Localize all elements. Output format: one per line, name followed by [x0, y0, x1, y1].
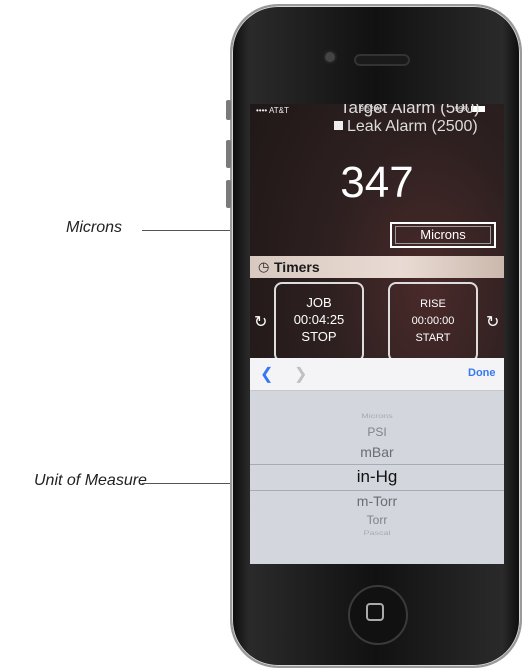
rise-timer[interactable]: RISE 00:00:00 START [388, 282, 478, 362]
unit-picker[interactable]: Microns PSI mBar in-Hg m-Torr Torr Pasca… [250, 391, 504, 564]
job-timer[interactable]: JOB 00:04:25 STOP [274, 282, 364, 362]
picker-toolbar: ❮ ❯ Done [250, 358, 504, 391]
picker-option[interactable]: Microns [250, 413, 504, 420]
picker-option[interactable]: Pascal [250, 530, 504, 537]
earpiece-speaker [356, 56, 408, 64]
leak-alarm-checkbox[interactable] [334, 121, 343, 130]
app-screen: •••• AT&T 9:52 AM 99% Target Alarm (500)… [250, 104, 504, 564]
job-timer-action: STOP [301, 329, 337, 344]
chevron-left-icon[interactable]: ❮ [260, 364, 273, 384]
reset-icon[interactable]: ↻ [254, 312, 267, 332]
picker-option[interactable]: mBar [250, 444, 504, 460]
picker-option[interactable]: m-Torr [250, 493, 504, 509]
timers-title: Timers [274, 259, 320, 275]
picker-option-selected[interactable]: in-Hg [250, 467, 504, 487]
picker-selection-top [250, 464, 504, 465]
callout-microns-label: Microns [66, 219, 123, 236]
job-timer-time: 00:04:25 [293, 312, 345, 327]
rise-timer-action: START [415, 332, 451, 344]
unit-button[interactable]: Microns [390, 222, 496, 248]
reset-icon[interactable]: ↻ [486, 312, 499, 332]
picker-option[interactable]: PSI [250, 425, 504, 439]
picker-selection-bottom [250, 490, 504, 491]
chevron-right-icon[interactable]: ❯ [294, 364, 307, 384]
leak-alarm-label: Leak Alarm (2500) [347, 118, 478, 135]
done-button[interactable]: Done [468, 367, 496, 379]
rise-timer-name: RISE [420, 298, 446, 310]
callout-unit-label: Unit of Measure [34, 472, 147, 489]
unit-button-inner-border [395, 226, 491, 244]
target-alarm-label: Target Alarm (500) [340, 104, 480, 117]
mute-switch [226, 100, 231, 120]
vacuum-reading: 347 [340, 158, 414, 207]
job-timer-name: JOB [306, 295, 332, 310]
home-square-glyph [366, 603, 384, 621]
volume-up-button [226, 140, 231, 168]
front-camera [325, 52, 335, 62]
volume-down-button [226, 180, 231, 208]
carrier-label: •••• AT&T [256, 106, 289, 115]
rise-timer-time: 00:00:00 [411, 315, 455, 327]
timers-header: ◷ Timers [250, 256, 504, 278]
picker-option[interactable]: Torr [250, 513, 504, 527]
clock-icon: ◷ [258, 259, 270, 274]
leak-alarm-row[interactable]: Leak Alarm (2500) [334, 118, 478, 136]
